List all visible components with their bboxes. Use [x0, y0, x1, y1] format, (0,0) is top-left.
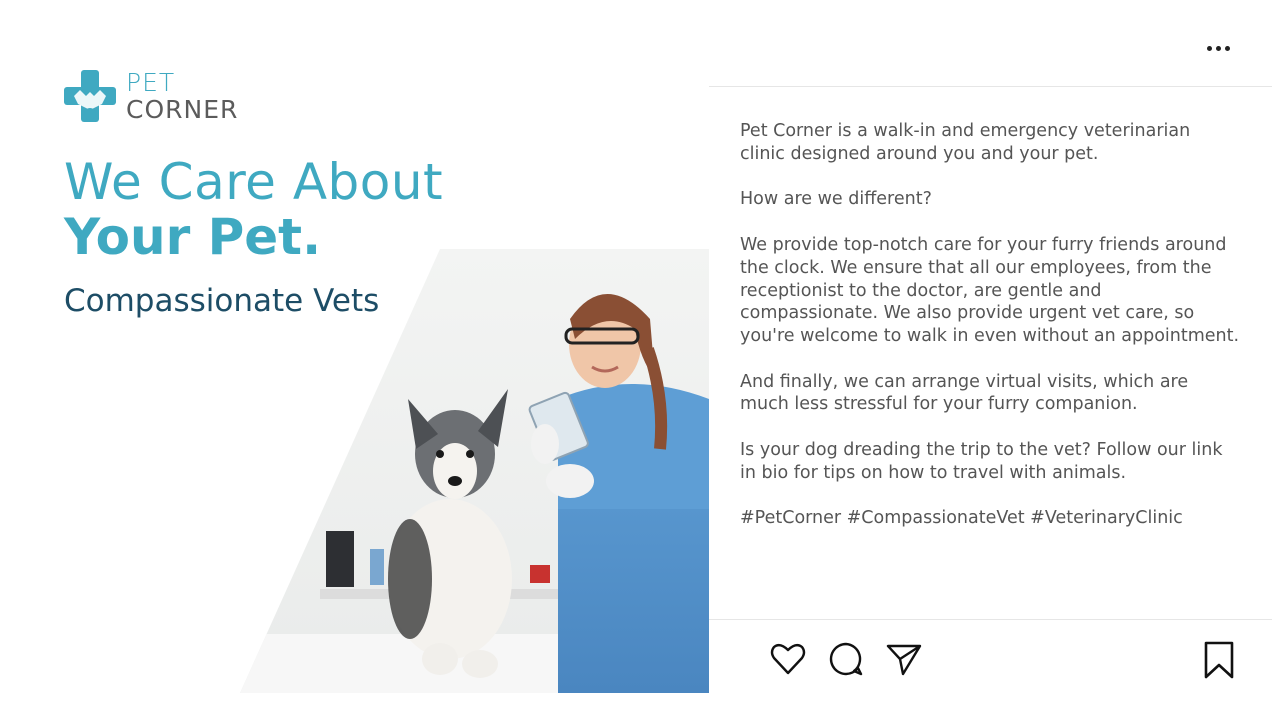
- divider: [709, 619, 1272, 620]
- brand-line-1: PET: [126, 68, 176, 97]
- caption-paragraph: Pet Corner is a walk-in and emergency ve…: [740, 121, 1191, 164]
- post-actions: [769, 640, 923, 678]
- promo-panel: PET CORNER We Care About Your Pet. Compa…: [0, 0, 709, 722]
- headline-line-1: We Care About: [64, 153, 444, 211]
- divider: [709, 86, 1272, 87]
- brand-logo: PET CORNER: [64, 70, 238, 122]
- comment-icon[interactable]: [827, 640, 865, 678]
- heart-icon[interactable]: [769, 640, 807, 678]
- more-horizontal-icon[interactable]: [1207, 46, 1230, 51]
- caption-paragraph: How are we different?: [740, 189, 932, 210]
- caption-paragraph: We provide top-notch care for your furry…: [740, 235, 1240, 346]
- bookmark-icon[interactable]: [1202, 641, 1236, 679]
- brand-line-2: CORNER: [126, 95, 239, 124]
- caption-hashtags[interactable]: #PetCorner #CompassionateVet #Veterinary…: [740, 507, 1240, 530]
- caption-paragraph: And finally, we can arrange virtual visi…: [740, 371, 1189, 415]
- send-icon[interactable]: [885, 640, 923, 678]
- post-panel: Pet Corner is a walk-in and emergency ve…: [709, 0, 1272, 722]
- pet-corner-logo-icon: [64, 70, 116, 122]
- post-caption: Pet Corner is a walk-in and emergency ve…: [740, 120, 1240, 553]
- caption-paragraph: Is your dog dreading the trip to the vet…: [740, 440, 1223, 483]
- veterinarian-with-dog-photo: [240, 249, 709, 693]
